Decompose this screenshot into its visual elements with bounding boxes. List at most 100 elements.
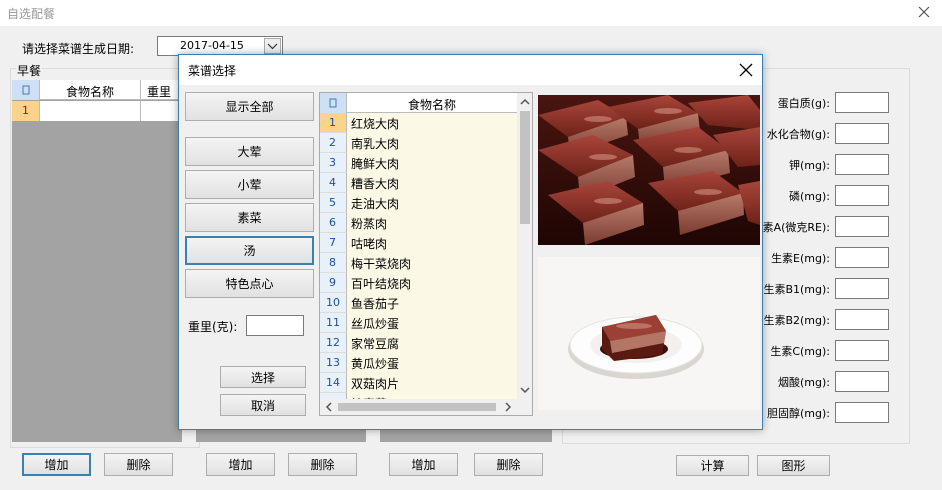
dinner-add-button[interactable]: 增加 [389,453,458,476]
food-name: 家常豆腐 [351,337,400,351]
scroll-right-icon[interactable] [501,400,515,414]
vertical-scrollbar[interactable] [517,93,532,399]
horizontal-scrollbar[interactable] [320,399,517,415]
nutrient-label: 生素E(mg): [771,252,830,265]
row-number: 4 [329,176,336,189]
row-number-cell: 8 [320,253,347,273]
nutrient-field[interactable] [835,247,889,268]
nutrient-field[interactable] [835,371,889,392]
row-number: 9 [329,276,336,289]
list-item[interactable]: 2 南乳大肉 [320,133,517,153]
nutrient-label: 水化合物(g): [766,128,830,141]
list-item[interactable]: 6 粉蒸肉 [320,213,517,233]
row-number: 12 [326,336,340,349]
nutrient-label: 素A(微克RE): [762,221,830,234]
nutrient-field[interactable] [835,185,889,206]
food-name: 走油大肉 [351,197,400,211]
scrollbar-thumb[interactable] [520,111,530,224]
breakfast-grid-row[interactable]: 1 [12,101,182,121]
calculate-button[interactable]: 计算 [676,455,749,476]
category-soup-button[interactable]: 汤 [185,236,314,265]
food-name: 糟香大肉 [351,177,400,191]
dialog-close-icon[interactable] [737,62,755,78]
scrollbar-corner [517,399,532,415]
date-picker[interactable]: 2017-04-15 [157,36,283,56]
food-list-col-name[interactable]: 食物名称 [408,96,456,113]
breakfast-grid: 食物名称 重里 1 [12,80,182,442]
food-photo-plated [538,257,760,410]
scroll-left-icon[interactable] [322,400,336,414]
category-snack-button[interactable]: 特色点心 [185,269,314,298]
food-list-header: 食物名称 [320,93,517,113]
row-number-cell: 6 [320,213,347,233]
grid-divider [140,101,141,121]
row-number-cell: 13 [320,353,347,373]
row-number: 6 [329,216,336,229]
list-item[interactable]: 13 黄瓜炒蛋 [320,353,517,373]
category-small-meat-button[interactable]: 小荤 [185,170,314,199]
list-item[interactable]: 10 鱼香茄子 [320,293,517,313]
row-number-cell: 1 [12,101,40,121]
list-item[interactable]: 9 百叶结烧肉 [320,273,517,293]
breakfast-grid-header: 食物名称 重里 [12,80,182,100]
main-window-title: 自选配餐 [7,7,56,21]
list-item[interactable]: 11 丝瓜炒蛋 [320,313,517,333]
select-button[interactable]: 选择 [220,366,306,388]
row-number-cell: 10 [320,293,347,313]
dialog-title-bar: 菜谱选择 [179,55,762,85]
show-all-button[interactable]: 显示全部 [185,92,314,121]
nutrient-field[interactable] [835,216,889,237]
nutrient-field[interactable] [835,154,889,175]
list-item[interactable]: 12 家常豆腐 [320,333,517,353]
row-number-cell: 11 [320,313,347,333]
category-vegetable-button[interactable]: 素菜 [185,203,314,232]
row-number: 13 [326,356,340,369]
row-number: 14 [326,376,340,389]
list-item[interactable]: 1 红烧大肉 [320,113,517,133]
scrollbar-thumb[interactable] [338,403,496,411]
food-list: 食物名称 1 红烧大肉 2 南乳大肉 3 腌鲜大肉 4 糟香大肉 5 走油大肉 [319,92,533,416]
chevron-down-icon[interactable] [264,38,281,54]
breakfast-title: 早餐 [16,62,43,79]
food-name: 咕咾肉 [351,237,388,251]
list-item[interactable]: 4 糟香大肉 [320,173,517,193]
scroll-up-icon[interactable] [517,95,532,109]
breakfast-delete-button[interactable]: 删除 [104,453,173,476]
lunch-grid [196,428,366,442]
food-name: 百叶结烧肉 [351,277,412,291]
scroll-down-icon[interactable] [517,383,532,397]
nutrient-field[interactable] [835,92,889,113]
lunch-add-button[interactable]: 增加 [206,453,275,476]
nutrient-field[interactable] [835,123,889,144]
nutrient-field[interactable] [835,340,889,361]
row-number-cell: 14 [320,373,347,393]
row-number-cell: 1 [320,113,347,133]
list-item[interactable]: 8 梅干菜烧肉 [320,253,517,273]
nutrient-label: 钾(mg): [789,159,830,172]
row-number-cell: 3 [320,153,347,173]
food-name: 梅干菜烧肉 [351,257,412,271]
lunch-delete-button[interactable]: 删除 [288,453,357,476]
breakfast-add-button[interactable]: 增加 [22,453,91,476]
weight-label: 重里(克): [188,320,238,334]
cancel-button[interactable]: 取消 [220,394,306,416]
weight-input[interactable] [246,315,304,336]
food-list-rows: 1 红烧大肉 2 南乳大肉 3 腌鲜大肉 4 糟香大肉 5 走油大肉 6 粉蒸肉 [320,113,517,413]
grid-col-food-name[interactable]: 食物名称 [66,83,114,100]
row-number: 1 [329,116,336,129]
grid-col-weight[interactable]: 重里 [147,83,171,100]
chart-button[interactable]: 图形 [757,455,830,476]
list-item[interactable]: 14 双菇肉片 [320,373,517,393]
row-number-cell: 12 [320,333,347,353]
dinner-delete-button[interactable]: 删除 [474,453,543,476]
category-big-meat-button[interactable]: 大荤 [185,137,314,166]
nutrient-field[interactable] [835,278,889,299]
nutrient-field[interactable] [835,309,889,330]
food-name: 腌鲜大肉 [351,157,400,171]
list-item[interactable]: 5 走油大肉 [320,193,517,213]
close-icon[interactable] [914,4,934,22]
list-item[interactable]: 7 咕咾肉 [320,233,517,253]
nutrient-field[interactable] [835,402,889,423]
list-item[interactable]: 3 腌鲜大肉 [320,153,517,173]
food-name: 丝瓜炒蛋 [351,317,400,331]
